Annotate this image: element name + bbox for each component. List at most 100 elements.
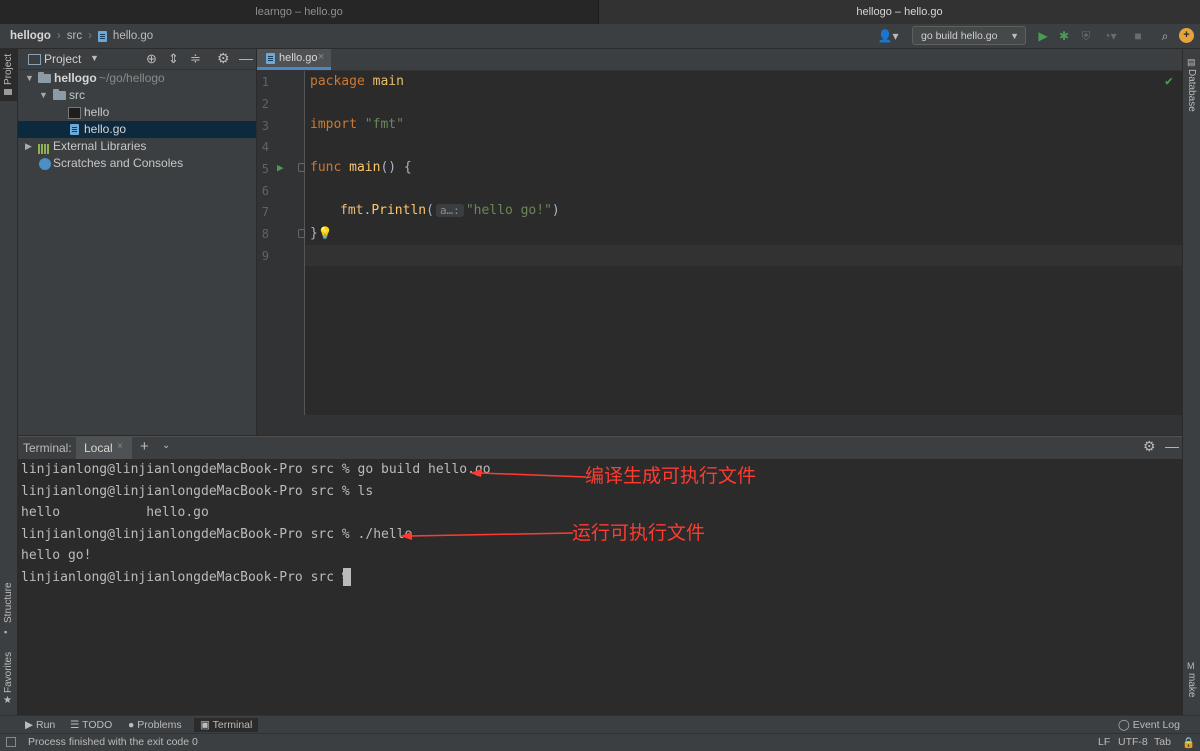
- run-icon[interactable]: ▶: [1035, 28, 1051, 44]
- tree-item-hello-go[interactable]: hello.go: [18, 121, 256, 138]
- event-log-button[interactable]: ◯ Event Log: [1118, 718, 1180, 732]
- debug-icon[interactable]: ✱: [1056, 28, 1072, 44]
- keyword: import: [310, 117, 357, 132]
- problems-tool-button[interactable]: ● Problems: [128, 718, 182, 732]
- breadcrumb-file[interactable]: hello.go: [113, 24, 153, 48]
- package-ref: fmt: [340, 203, 364, 218]
- lock-icon[interactable]: 🔒: [1182, 736, 1195, 749]
- indent-setting[interactable]: Tab: [1154, 736, 1171, 748]
- fold-icon[interactable]: [298, 163, 305, 172]
- run-configuration-dropdown[interactable]: go build hello.go ▼: [912, 26, 1026, 45]
- toggle-tool-windows-icon[interactable]: [6, 737, 16, 747]
- gear-icon[interactable]: ⚙: [217, 50, 230, 67]
- chevron-down-icon[interactable]: ⌄: [162, 440, 170, 451]
- tree-label: External Libraries: [53, 139, 147, 153]
- fold-icon[interactable]: [298, 229, 305, 238]
- structure-tool-label: Structure: [3, 582, 14, 623]
- tree-item-scratches[interactable]: Scratches and Consoles: [18, 155, 256, 172]
- breadcrumb: hellogo › src › hello.go: [10, 24, 153, 48]
- coverage-icon[interactable]: ⛨: [1078, 28, 1094, 44]
- run-gutter-icon[interactable]: ▶: [277, 161, 284, 174]
- function-name: main: [349, 160, 381, 175]
- problems-icon: ●: [128, 719, 135, 731]
- todo-tool-button[interactable]: ☰ TODO: [70, 718, 112, 732]
- line-number: 2: [261, 97, 269, 111]
- go-file-icon: [97, 30, 107, 42]
- database-tool-button[interactable]: ▤ Database: [1183, 49, 1200, 119]
- code-text: (: [426, 203, 434, 218]
- annotation-arrowhead: [470, 469, 482, 477]
- tree-item-hello[interactable]: hello: [18, 104, 256, 121]
- window-tab-hellogo[interactable]: hellogo – hello.go: [599, 0, 1200, 24]
- favorites-tool-button[interactable]: Favorites ★: [0, 649, 17, 709]
- line-number: 7: [261, 205, 269, 219]
- annotation-arrowhead: [400, 532, 412, 540]
- list-icon: ☰: [70, 719, 80, 731]
- close-icon[interactable]: ×: [318, 51, 324, 63]
- terminal-output[interactable]: linjianlong@linjianlongdeMacBook-Pro src…: [18, 459, 1182, 715]
- problems-tool-label: Problems: [137, 719, 182, 731]
- editor-bottom-strip: [257, 415, 1182, 435]
- tab-label: hello.go: [279, 52, 318, 64]
- favorites-tool-label: Favorites: [3, 651, 14, 693]
- tree-item-hellogo[interactable]: ▼ hellogo ~/go/hellogo: [18, 70, 256, 87]
- project-panel-title[interactable]: Project: [44, 52, 81, 66]
- lightbulb-icon[interactable]: 💡: [318, 226, 333, 240]
- minimize-icon[interactable]: —: [1165, 438, 1179, 454]
- terminal-tool-button[interactable]: ▣ Terminal: [194, 718, 259, 732]
- stop-icon[interactable]: ■: [1130, 28, 1146, 44]
- navigation-bar: hellogo › src › hello.go 👤▾ go build hel…: [0, 24, 1200, 49]
- chevron-down-icon[interactable]: ▼: [90, 53, 99, 63]
- terminal-title: Terminal:: [23, 441, 72, 455]
- tree-item-src[interactable]: ▼ src: [18, 87, 256, 104]
- window-tab-learngo[interactable]: learngo – hello.go: [0, 0, 599, 24]
- chevron-down-icon[interactable]: ▼: [39, 87, 48, 104]
- package-name: main: [372, 74, 404, 89]
- breadcrumb-project[interactable]: hellogo: [10, 24, 51, 48]
- code-editor[interactable]: 1 2 3 4 5 6 7 8 9 ▶ package main import …: [257, 71, 1182, 435]
- project-view-icon: [28, 54, 41, 65]
- annotation-build: 编译生成可执行文件: [585, 465, 757, 487]
- search-icon[interactable]: ⌕: [1157, 28, 1173, 44]
- project-tool-button[interactable]: Project: [0, 49, 17, 101]
- tree-label: hello.go: [84, 122, 127, 136]
- executable-icon: [68, 107, 81, 119]
- folder-icon: [4, 89, 12, 95]
- close-icon[interactable]: ×: [117, 441, 123, 452]
- annotation-run: 运行可执行文件: [572, 522, 706, 544]
- string-literal: "hello go!": [465, 203, 552, 218]
- file-encoding[interactable]: UTF-8: [1118, 736, 1148, 748]
- tab-hello-go[interactable]: hello.go ×: [257, 49, 331, 70]
- function-call: Println: [371, 203, 427, 218]
- folder-icon: [38, 72, 51, 83]
- tree-item-external-libraries[interactable]: ▶ External Libraries: [18, 138, 256, 155]
- line-number: 1: [261, 75, 269, 89]
- tree-label: src: [69, 88, 85, 102]
- tree-label: Scratches and Consoles: [53, 156, 184, 170]
- check-icon: ✔: [1165, 74, 1173, 89]
- gear-icon[interactable]: ⚙: [1143, 438, 1156, 455]
- user-icon[interactable]: 👤▾: [876, 28, 900, 44]
- run-tool-button[interactable]: ▶ Run: [25, 718, 55, 732]
- string-literal: "fmt": [364, 117, 404, 132]
- project-panel-header: Project ▼ ⊕ ⇕ ≑ ⚙ —: [18, 49, 256, 70]
- locate-icon[interactable]: ⊕: [146, 51, 157, 67]
- collapse-all-icon[interactable]: ≑: [190, 51, 201, 67]
- line-number: 5: [261, 162, 269, 176]
- tab-local[interactable]: Local ×: [76, 437, 132, 459]
- add-icon[interactable]: +: [140, 438, 149, 455]
- line-separator[interactable]: LF: [1098, 736, 1110, 748]
- profile-icon[interactable]: ◔▾: [1098, 28, 1122, 44]
- scratch-icon: [39, 158, 51, 170]
- chevron-right-icon[interactable]: ▶: [25, 138, 32, 155]
- expand-all-icon[interactable]: ⇕: [168, 51, 179, 67]
- structure-tool-button[interactable]: Structure ▪: [0, 581, 17, 637]
- make-icon: M: [1187, 661, 1195, 671]
- update-icon[interactable]: +: [1179, 28, 1194, 43]
- breadcrumb-separator: ›: [88, 30, 92, 42]
- todo-tool-label: TODO: [82, 719, 113, 731]
- chevron-down-icon[interactable]: ▼: [25, 70, 34, 87]
- breadcrumb-src[interactable]: src: [67, 24, 82, 48]
- minimize-icon[interactable]: —: [239, 50, 253, 66]
- make-tool-button[interactable]: M make: [1183, 649, 1200, 709]
